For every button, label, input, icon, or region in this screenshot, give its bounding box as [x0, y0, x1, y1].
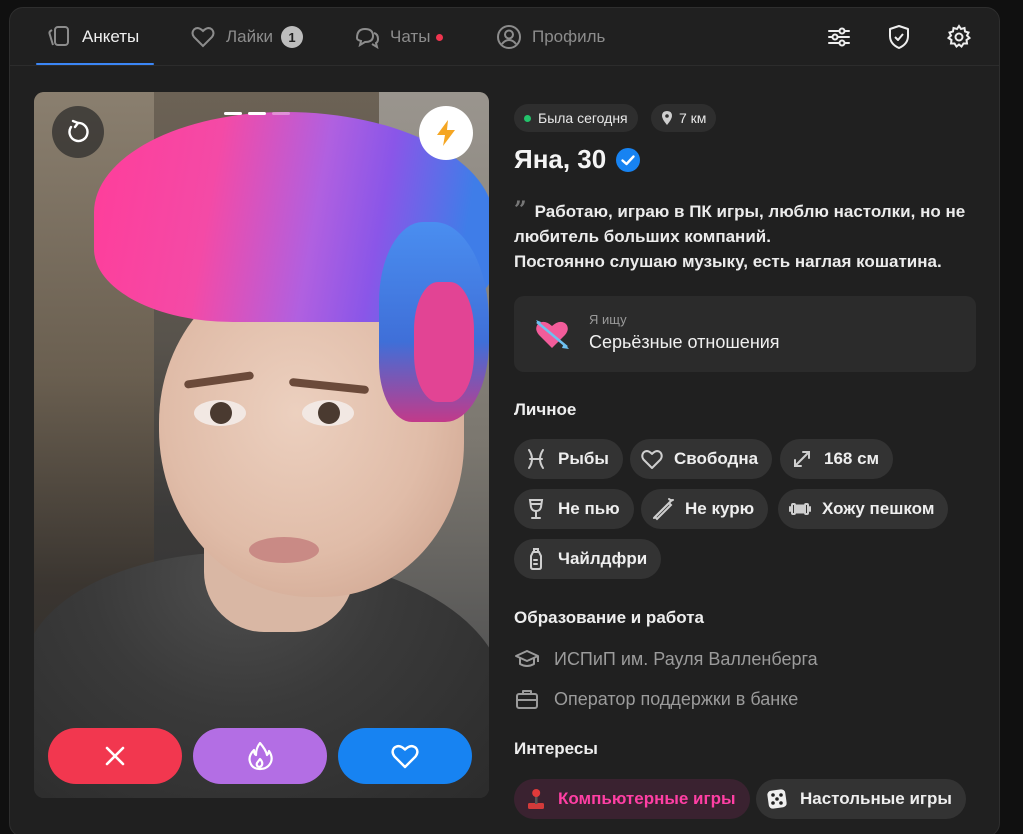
dice-icon: [767, 789, 787, 809]
interest-pill-board-games: Настольные игры: [756, 779, 966, 819]
relationship-text: Свободна: [674, 449, 759, 468]
height-text: 168 см: [824, 449, 880, 468]
baby-bottle-icon: [530, 548, 542, 570]
profile-name: Яна, 30: [514, 144, 607, 174]
job-row: Оператор поддержки в банке: [514, 686, 798, 712]
super-like-button[interactable]: [193, 728, 327, 784]
photo-page-dot[interactable]: [248, 112, 266, 115]
zodiac-pill: Рыбы: [514, 439, 623, 479]
undo-button[interactable]: [52, 106, 104, 158]
job-text: Оператор поддержки в банке: [554, 688, 799, 709]
wine-glass-icon: [528, 499, 544, 519]
photo-pagination: [224, 112, 290, 115]
joystick-icon: [528, 789, 544, 809]
likes-count-badge: 1: [281, 26, 304, 48]
like-button[interactable]: [338, 728, 472, 784]
tab-label: Чаты: [390, 27, 431, 46]
graduation-cap-icon: [515, 650, 539, 667]
app-window: Анкеты Лайки 1 Чаты Профиль Была сегодня…: [9, 7, 1000, 834]
sport-pill: Хожу пешком: [778, 489, 949, 529]
profile-photo[interactable]: [34, 92, 489, 798]
distance-chip: 7 км: [651, 104, 717, 132]
relationship-pill: Свободна: [630, 439, 773, 479]
heart-icon: [391, 744, 419, 769]
about-text: ” Работаю, играю в ПК игры, люблю настолк…: [514, 198, 984, 274]
interest-text: Компьютерные игры: [558, 789, 736, 808]
education-section-title: Образование и работа: [514, 608, 705, 627]
looking-for-value: Серьёзные отношения: [589, 332, 780, 352]
heart-arrow-icon: [536, 320, 569, 349]
cards-icon: [48, 26, 69, 46]
chat-icon: [355, 27, 380, 50]
photo-eye: [302, 400, 354, 426]
online-status-chip: Была сегодня: [514, 104, 638, 132]
about-line-1: Работаю, играю в ПК игры, люблю настолки…: [514, 202, 966, 246]
kids-pill: Чайлдфри: [514, 539, 662, 579]
distance-text: 7 км: [679, 110, 707, 126]
expand-arrows-icon: [794, 451, 810, 467]
education-row: ИСПиП им. Рауля Валленберга: [514, 646, 818, 672]
smoking-text: Не курю: [685, 499, 755, 518]
dislike-button[interactable]: [48, 728, 182, 784]
no-smoking-icon: [653, 498, 674, 521]
heart-outline-icon: [641, 450, 663, 469]
tab-label: Лайки: [226, 27, 274, 46]
photo-lips: [249, 537, 319, 563]
briefcase-icon: [516, 690, 538, 709]
dumbbell-icon: [789, 503, 811, 515]
personal-section-title: Личное: [514, 400, 577, 419]
drinking-text: Не пью: [558, 499, 620, 518]
name-row: Яна, 30: [514, 144, 641, 175]
active-tab-indicator: [36, 63, 154, 65]
tab-chats[interactable]: Чаты: [354, 22, 444, 52]
close-icon: [105, 746, 125, 766]
interest-pill-computer-games: Компьютерные игры: [514, 779, 750, 819]
tab-cards[interactable]: Анкеты: [46, 22, 139, 52]
interests-section-title: Интересы: [514, 739, 598, 758]
undo-icon: [68, 119, 89, 143]
pisces-icon: [528, 449, 544, 469]
sport-text: Хожу пешком: [822, 499, 935, 518]
photo-hair: [414, 282, 474, 402]
fire-icon: [248, 741, 273, 771]
looking-for-card: Я ищу Серьёзные отношения: [514, 296, 976, 372]
lightning-icon: [437, 120, 455, 146]
education-text: ИСПиП им. Рауля Валленберга: [554, 648, 818, 669]
unread-dot: [436, 33, 444, 41]
boost-button[interactable]: [419, 106, 473, 160]
looking-for-caption: Я ищу: [589, 312, 627, 327]
quote-icon: ”: [514, 197, 527, 223]
profile-details: Была сегодня 7 км Яна, 30 ” Работаю, игра…: [514, 8, 984, 834]
tab-likes[interactable]: Лайки 1: [190, 22, 304, 52]
about-line-2: Постоянно слушаю музыку, есть наглая кош…: [514, 252, 942, 271]
heart-icon: [191, 27, 215, 48]
kids-text: Чайлдфри: [558, 549, 648, 568]
zodiac-text: Рыбы: [558, 449, 609, 468]
tab-label: Анкеты: [82, 27, 140, 46]
online-dot: [524, 114, 531, 122]
photo-eye: [194, 400, 246, 426]
interest-text: Настольные игры: [800, 789, 952, 808]
height-pill: 168 см: [780, 439, 894, 479]
photo-page-dot[interactable]: [272, 112, 290, 115]
verified-icon: [616, 147, 641, 172]
location-pin-icon: [662, 111, 672, 125]
drinking-pill: Не пью: [514, 489, 634, 529]
photo-page-dot[interactable]: [224, 112, 242, 115]
online-status-text: Была сегодня: [538, 110, 628, 126]
smoking-pill: Не курю: [641, 489, 769, 529]
